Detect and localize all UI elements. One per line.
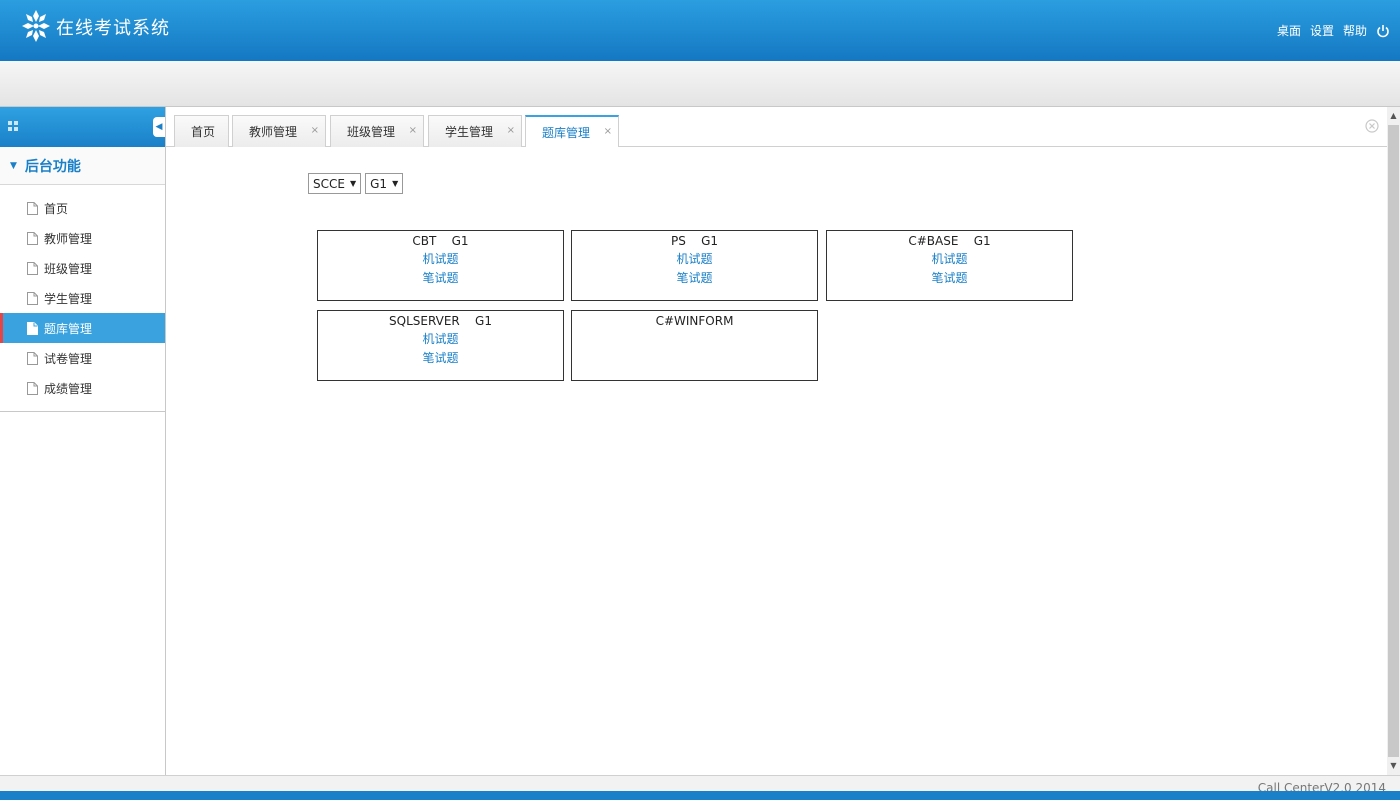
close-icon[interactable]: ×: [604, 126, 612, 137]
machine-test-link[interactable]: 机试题: [572, 250, 817, 269]
header-links: 桌面 设置 帮助: [1277, 22, 1390, 39]
written-test-link[interactable]: 笔试题: [318, 349, 563, 368]
question-bank-card-sqlserver: SQLSERVER G1 机试题 笔试题: [317, 310, 564, 381]
document-icon: [27, 291, 38, 305]
tab-label: 首页: [191, 125, 216, 139]
close-icon[interactable]: ×: [409, 125, 417, 136]
settings-link[interactable]: 设置: [1310, 22, 1334, 39]
sidebar-item-label: 学生管理: [44, 291, 93, 306]
document-icon: [27, 201, 38, 215]
footer-bar: [0, 791, 1400, 800]
tab-label: 学生管理: [445, 125, 494, 139]
filter-bar: SCCE ▼ G1 ▼: [308, 173, 404, 194]
card-title: CBT G1: [412, 234, 469, 248]
question-bank-card-cbt: CBT G1 机试题 笔试题: [317, 230, 564, 301]
footer: Call CenterV2.0 2014: [0, 775, 1400, 800]
tab-label: 教师管理: [249, 125, 298, 139]
question-bank-card-ps: PS G1 机试题 笔试题: [571, 230, 818, 301]
sidebar-toolbar: ◀: [0, 107, 165, 147]
question-bank-card-csharp-winform: C#WINFORM: [571, 310, 818, 381]
sidebar-section-title: 后台功能: [24, 158, 81, 175]
written-test-link[interactable]: 笔试题: [318, 269, 563, 288]
app-title: 在线考试系统: [56, 18, 170, 39]
document-icon: [27, 351, 38, 365]
course-select-value: SCCE: [313, 176, 345, 191]
tab-question-bank[interactable]: 题库管理 ×: [525, 115, 619, 148]
sidebar-item-papers[interactable]: 试卷管理: [0, 343, 165, 373]
scroll-thumb[interactable]: [1388, 125, 1399, 757]
sidebar-item-teachers[interactable]: 教师管理: [0, 223, 165, 253]
card-title: PS G1: [670, 234, 719, 248]
document-icon: [27, 321, 38, 335]
card-title: SQLSERVER G1: [389, 314, 492, 328]
sidebar-item-label: 教师管理: [44, 231, 93, 246]
app-header: 在线考试系统 桌面 设置 帮助: [0, 0, 1400, 61]
close-circle-icon[interactable]: [1365, 119, 1379, 133]
card-title: C#BASE G1: [908, 234, 991, 248]
dropdown-arrow-icon: ▼: [392, 179, 399, 188]
document-icon: [27, 231, 38, 245]
tab-classes[interactable]: 班级管理 ×: [330, 115, 424, 147]
course-select[interactable]: SCCE ▼: [308, 173, 362, 194]
sidebar-item-question-bank[interactable]: 题库管理: [0, 313, 165, 343]
vertical-scrollbar[interactable]: ▲ ▼: [1387, 107, 1400, 775]
card-title: C#WINFORM: [655, 314, 734, 328]
sidebar-menu: 首页 教师管理 班级管理 学生管理 题库管理 试卷管理 成绩管理: [0, 185, 165, 412]
sidebar-item-students[interactable]: 学生管理: [0, 283, 165, 313]
written-test-link[interactable]: 笔试题: [827, 269, 1072, 288]
sidebar-item-label: 首页: [44, 201, 69, 216]
document-icon: [27, 381, 38, 395]
close-icon[interactable]: ×: [311, 125, 319, 136]
dropdown-arrow-icon: ▼: [349, 179, 357, 188]
tab-teachers[interactable]: 教师管理 ×: [232, 115, 326, 147]
sidebar-item-label: 班级管理: [44, 261, 93, 276]
grid-icon[interactable]: [8, 121, 18, 131]
sidebar: ◀ ▼ 后台功能 首页 教师管理 班级管理 学生管理 题库管理 试卷管理 成绩管…: [0, 107, 166, 775]
power-icon[interactable]: [1376, 24, 1390, 38]
question-bank-card-csharp-base: C#BASE G1 机试题 笔试题: [826, 230, 1073, 301]
subheader-band: [0, 61, 1400, 107]
logo-icon: [22, 10, 50, 42]
sidebar-item-label: 试卷管理: [44, 351, 93, 366]
tab-label: 题库管理: [542, 126, 591, 140]
sidebar-item-home[interactable]: 首页: [0, 193, 165, 223]
sidebar-collapse-button[interactable]: ◀: [153, 117, 165, 137]
close-icon[interactable]: ×: [507, 125, 515, 136]
tab-home[interactable]: 首页: [174, 115, 229, 147]
written-test-link[interactable]: 笔试题: [572, 269, 817, 288]
sidebar-section-header[interactable]: ▼ 后台功能: [0, 147, 165, 185]
machine-test-link[interactable]: 机试题: [318, 330, 563, 349]
help-link[interactable]: 帮助: [1343, 22, 1367, 39]
scroll-up-arrow-icon[interactable]: ▲: [1387, 109, 1400, 123]
sidebar-item-grades[interactable]: 成绩管理: [0, 373, 165, 403]
sidebar-item-label: 成绩管理: [44, 381, 93, 396]
desktop-link[interactable]: 桌面: [1277, 22, 1301, 39]
machine-test-link[interactable]: 机试题: [827, 250, 1072, 269]
sidebar-item-classes[interactable]: 班级管理: [0, 253, 165, 283]
grade-select[interactable]: G1 ▼: [365, 173, 404, 194]
sidebar-item-label: 题库管理: [44, 321, 93, 336]
document-icon: [27, 261, 38, 275]
grade-select-value: G1: [370, 176, 388, 191]
scroll-down-arrow-icon[interactable]: ▼: [1387, 759, 1400, 773]
tab-label: 班级管理: [347, 125, 396, 139]
main-content: SCCE ▼ G1 ▼ CBT G1 机试题 笔试题 PS G1 机试题 笔试题…: [166, 147, 1387, 775]
tab-students[interactable]: 学生管理 ×: [428, 115, 522, 147]
tab-bar: 首页 教师管理 × 班级管理 × 学生管理 × 题库管理 ×: [166, 107, 1387, 148]
machine-test-link[interactable]: 机试题: [318, 250, 563, 269]
triangle-down-icon: ▼: [10, 160, 17, 171]
